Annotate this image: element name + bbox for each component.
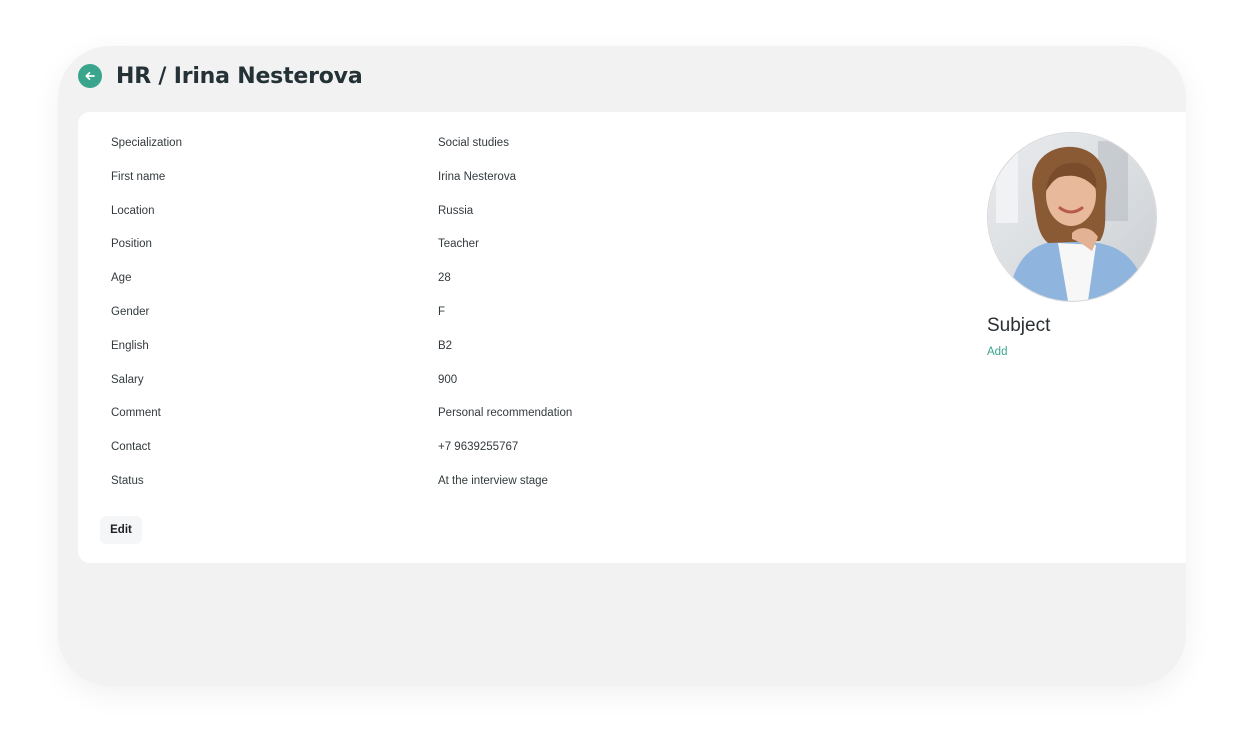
edit-button[interactable]: Edit [100, 516, 142, 544]
field-value: Irina Nesterova [438, 170, 516, 183]
field-label: Contact [111, 441, 151, 454]
field-label: Status [111, 474, 144, 487]
field-value: Russia [438, 204, 474, 217]
field-value: Social studies [438, 137, 509, 149]
field-value: 28 [438, 272, 451, 285]
field-value: Personal recommendation [438, 407, 573, 420]
field-row-gender: Gender F [111, 301, 811, 335]
field-label: Comment [111, 407, 161, 420]
field-row-english: English B2 [111, 335, 811, 369]
arrow-left-icon [85, 71, 95, 81]
field-value: +7 9639255767 [438, 441, 519, 454]
field-label: Position [111, 238, 152, 251]
field-row-location: Location Russia [111, 200, 811, 234]
field-row-age: Age 28 [111, 267, 811, 301]
field-row-position: Position Teacher [111, 233, 811, 267]
page-title: HR / Irina Nesterova [116, 63, 363, 89]
field-row-specialization: Specialization Social studies [111, 132, 811, 166]
add-subject-link[interactable]: Add [987, 346, 1007, 358]
field-label: Age [111, 272, 132, 285]
field-label: Salary [111, 373, 144, 386]
field-row-first-name: First name Irina Nesterova [111, 166, 811, 200]
field-row-status: Status At the interview stage [111, 470, 811, 504]
subject-title: Subject [987, 315, 1051, 336]
field-label: Location [111, 204, 155, 217]
back-button[interactable] [78, 64, 102, 88]
field-value: Teacher [438, 238, 479, 251]
field-value: 900 [438, 373, 458, 386]
field-row-salary: Salary 900 [111, 369, 811, 403]
profile-card: Specialization Social studies First name… [78, 112, 1186, 563]
field-value: B2 [438, 339, 453, 352]
field-label: English [111, 339, 149, 352]
field-label: Specialization [111, 137, 182, 149]
field-label: First name [111, 170, 166, 183]
avatar-photo [988, 133, 1156, 301]
field-value: At the interview stage [438, 474, 548, 487]
profile-fields: Specialization Social studies First name… [111, 132, 811, 504]
field-value: F [438, 305, 446, 318]
field-row-contact: Contact +7 9639255767 [111, 436, 811, 470]
app-frame: HR / Irina Nesterova Specialization Soci… [58, 46, 1186, 686]
field-row-comment: Comment Personal recommendation [111, 402, 811, 436]
avatar [987, 132, 1157, 302]
field-label: Gender [111, 305, 150, 318]
page-header: HR / Irina Nesterova [78, 60, 363, 92]
